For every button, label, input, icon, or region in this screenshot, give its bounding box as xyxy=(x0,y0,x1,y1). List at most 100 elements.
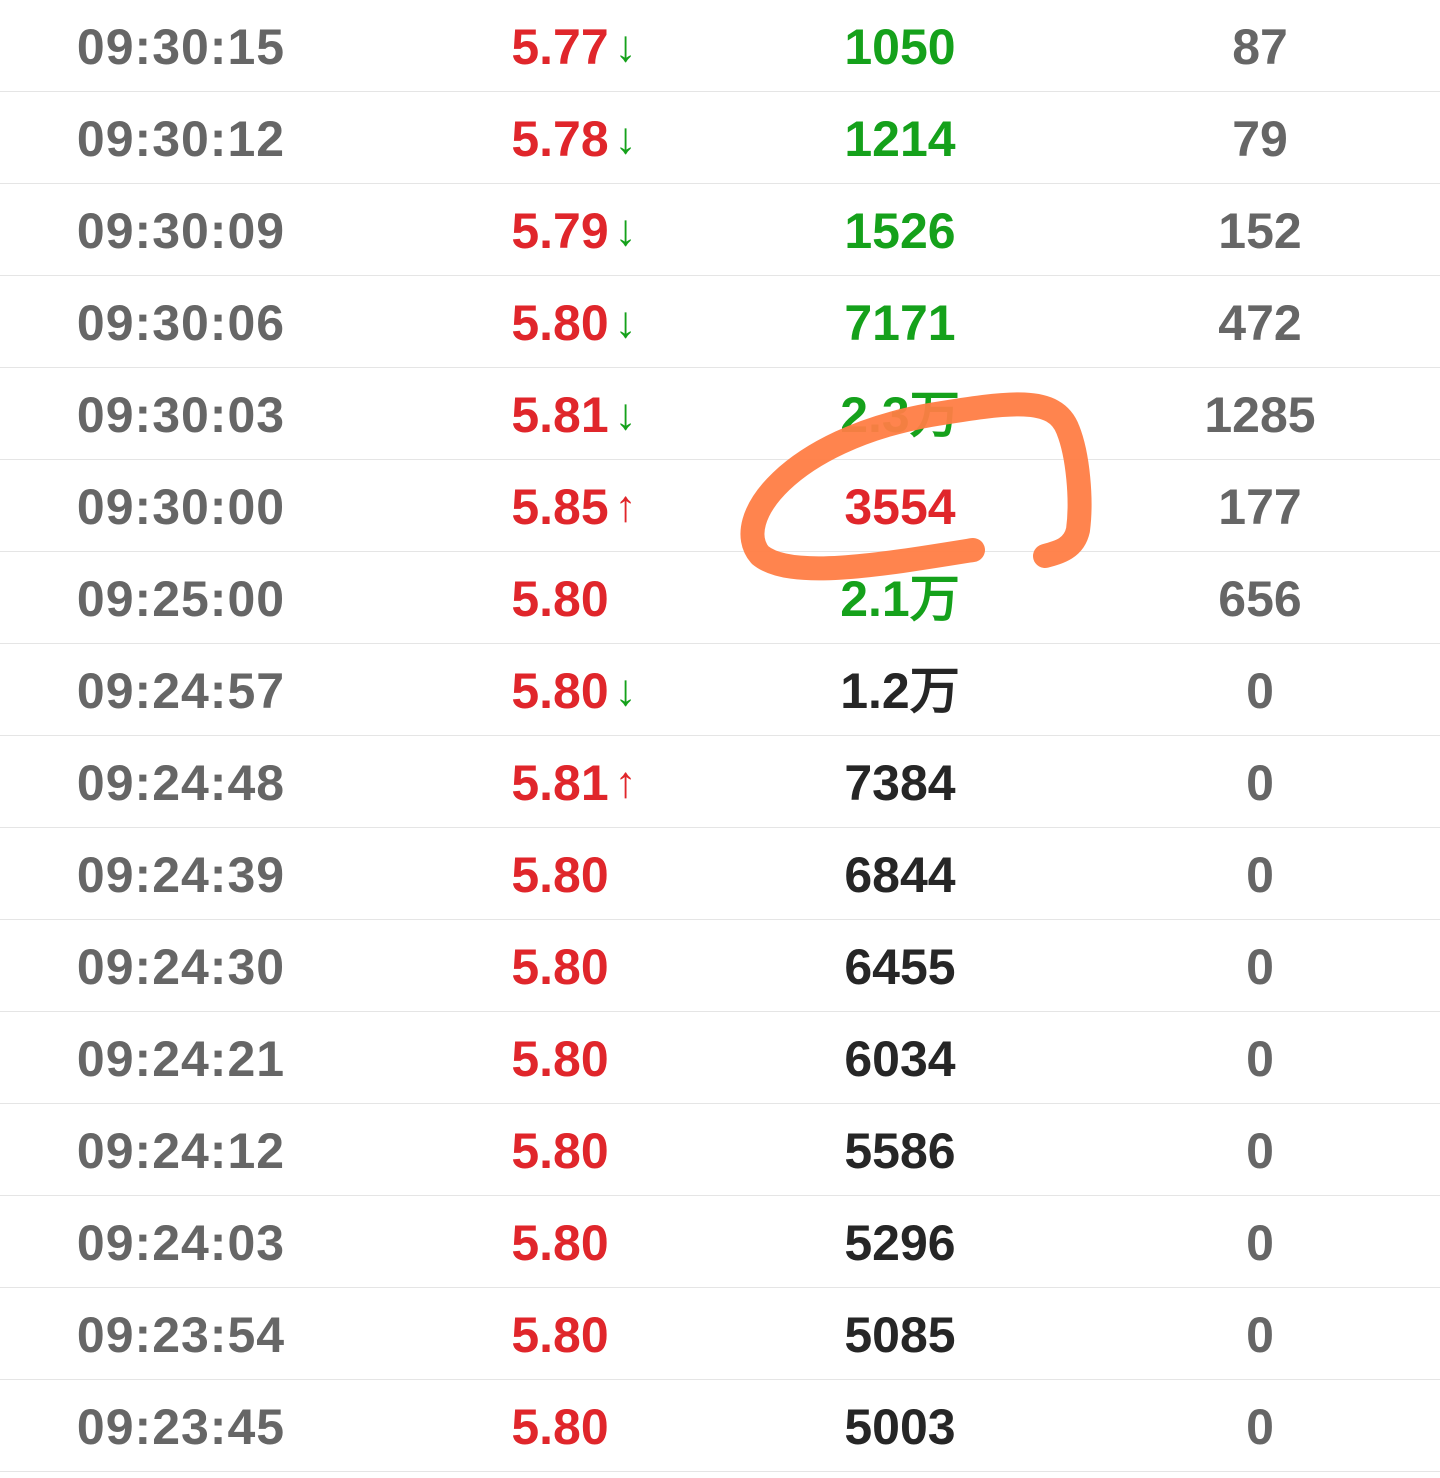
tick-row[interactable]: 09:24:39 5.80 6844 0 xyxy=(0,828,1440,920)
tick-price: 5.80 xyxy=(511,1215,609,1271)
tick-count: 152 xyxy=(1218,203,1302,259)
arrow-down-icon: ↓ xyxy=(614,298,637,347)
tick-price-cell: 5.85 ↑ xyxy=(410,460,710,551)
tick-count: 0 xyxy=(1246,1215,1274,1271)
tick-price-group: 5.80 xyxy=(511,828,608,922)
tick-price-group: 5.80 xyxy=(511,1288,608,1382)
tick-price-group: 5.80 xyxy=(511,1196,608,1290)
tick-price-group: 5.80 xyxy=(511,1012,608,1106)
tick-price: 5.85 xyxy=(511,479,609,535)
tick-count: 0 xyxy=(1246,1307,1274,1363)
tick-row[interactable]: 09:24:48 5.81 ↑ 7384 0 xyxy=(0,736,1440,828)
arrow-up-icon: ↑ xyxy=(614,758,637,807)
tick-row[interactable]: 09:30:03 5.81 ↓ 2.3万 1285 xyxy=(0,368,1440,460)
tick-volume: 7171 xyxy=(844,295,956,351)
tick-price-cell: 5.80 xyxy=(410,1288,710,1379)
tick-time: 09:24:39 xyxy=(76,847,286,903)
tick-price-cell: 5.80 xyxy=(410,1012,710,1103)
tick-count: 0 xyxy=(1246,1399,1274,1455)
tick-time: 09:30:15 xyxy=(76,19,286,75)
tick-price-cell: 5.78 ↓ xyxy=(410,92,710,183)
tick-count: 0 xyxy=(1246,847,1274,903)
tick-row[interactable]: 09:30:06 5.80 ↓ 7171 472 xyxy=(0,276,1440,368)
tick-count: 0 xyxy=(1246,1123,1274,1179)
tick-time: 09:30:12 xyxy=(76,111,286,167)
tick-volume: 5003 xyxy=(844,1399,956,1455)
tick-price-cell: 5.80 xyxy=(410,552,710,643)
tick-price-cell: 5.80 xyxy=(410,1380,710,1471)
tick-price: 5.80 xyxy=(511,571,609,627)
tick-price-group: 5.80 xyxy=(511,1380,608,1474)
tick-row[interactable]: 09:30:09 5.79 ↓ 1526 152 xyxy=(0,184,1440,276)
tick-time: 09:24:57 xyxy=(76,663,286,719)
tick-volume: 6455 xyxy=(844,939,956,995)
arrow-down-icon: ↓ xyxy=(614,666,637,715)
tick-price-cell: 5.80 xyxy=(410,1104,710,1195)
tick-time: 09:30:09 xyxy=(76,203,286,259)
tick-price: 5.81 xyxy=(511,755,609,811)
tick-row[interactable]: 09:24:57 5.80 ↓ 1.2万 0 xyxy=(0,644,1440,736)
tick-volume: 6844 xyxy=(844,847,956,903)
tick-list[interactable]: 09:30:15 5.77 ↓ 1050 87 09:30:12 5.78 ↓ 1214 79 09… xyxy=(0,0,1440,1472)
tick-price-cell: 5.80 ↓ xyxy=(410,276,710,367)
tick-row[interactable]: 09:24:30 5.80 6455 0 xyxy=(0,920,1440,1012)
tick-price-group: 5.81 ↑ xyxy=(511,736,636,830)
tick-time: 09:25:00 xyxy=(76,571,286,627)
tick-row[interactable]: 09:30:12 5.78 ↓ 1214 79 xyxy=(0,92,1440,184)
tick-price: 5.77 xyxy=(511,19,609,75)
arrow-down-icon: ↓ xyxy=(614,22,637,71)
tick-price-cell: 5.80 ↓ xyxy=(410,644,710,735)
tick-row[interactable]: 09:23:45 5.80 5003 0 xyxy=(0,1380,1440,1472)
tick-count: 87 xyxy=(1232,19,1288,75)
tick-price-cell: 5.80 xyxy=(410,828,710,919)
tick-volume: 5085 xyxy=(844,1307,956,1363)
tick-price-cell: 5.77 ↓ xyxy=(410,0,710,91)
tick-price: 5.80 xyxy=(511,1307,609,1363)
tick-time: 09:24:12 xyxy=(76,1123,286,1179)
arrow-up-icon: ↑ xyxy=(614,482,637,531)
tick-price: 5.80 xyxy=(511,939,609,995)
tick-price: 5.80 xyxy=(511,1123,609,1179)
tick-count: 472 xyxy=(1218,295,1302,351)
tick-volume: 5296 xyxy=(844,1215,956,1271)
tick-time: 09:30:06 xyxy=(76,295,286,351)
tick-count: 1285 xyxy=(1204,387,1316,443)
tick-price: 5.80 xyxy=(511,663,609,719)
tick-volume: 5586 xyxy=(844,1123,956,1179)
tick-time: 09:24:03 xyxy=(76,1215,286,1271)
tick-time: 09:24:48 xyxy=(76,755,286,811)
tick-time: 09:30:03 xyxy=(76,387,286,443)
tick-row[interactable]: 09:23:54 5.80 5085 0 xyxy=(0,1288,1440,1380)
tick-price-cell: 5.81 ↓ xyxy=(410,368,710,459)
tick-price: 5.81 xyxy=(511,387,609,443)
tick-row[interactable]: 09:24:21 5.80 6034 0 xyxy=(0,1012,1440,1104)
tick-row[interactable]: 09:24:03 5.80 5296 0 xyxy=(0,1196,1440,1288)
tick-volume: 1214 xyxy=(844,111,956,167)
tick-price-cell: 5.80 xyxy=(410,920,710,1011)
tick-price-group: 5.80 xyxy=(511,920,608,1014)
tick-price-group: 5.80 ↓ xyxy=(511,276,636,370)
tick-volume: 3554 xyxy=(844,479,956,535)
arrow-down-icon: ↓ xyxy=(614,206,637,255)
tick-price-group: 5.80 xyxy=(511,1104,608,1198)
tick-count: 177 xyxy=(1218,479,1302,535)
tick-volume: 1050 xyxy=(844,19,956,75)
tick-volume: 7384 xyxy=(844,755,956,811)
tick-count: 79 xyxy=(1232,111,1288,167)
tick-row[interactable]: 09:30:15 5.77 ↓ 1050 87 xyxy=(0,0,1440,92)
tick-count: 0 xyxy=(1246,755,1274,811)
tick-row[interactable]: 09:30:00 5.85 ↑ 3554 177 xyxy=(0,460,1440,552)
tick-row[interactable]: 09:25:00 5.80 2.1万 656 xyxy=(0,552,1440,644)
tick-price-group: 5.80 ↓ xyxy=(511,644,636,738)
tick-volume: 1526 xyxy=(844,203,956,259)
tick-time: 09:24:30 xyxy=(76,939,286,995)
tick-price: 5.78 xyxy=(511,111,609,167)
tick-price-group: 5.85 ↑ xyxy=(511,460,636,554)
tick-row[interactable]: 09:24:12 5.80 5586 0 xyxy=(0,1104,1440,1196)
tick-price-cell: 5.79 ↓ xyxy=(410,184,710,275)
tick-price: 5.80 xyxy=(511,1399,609,1455)
tick-count: 0 xyxy=(1246,663,1274,719)
tick-volume: 2.3万 xyxy=(840,387,960,443)
tick-volume: 6034 xyxy=(844,1031,956,1087)
tick-price-group: 5.77 ↓ xyxy=(511,0,636,94)
